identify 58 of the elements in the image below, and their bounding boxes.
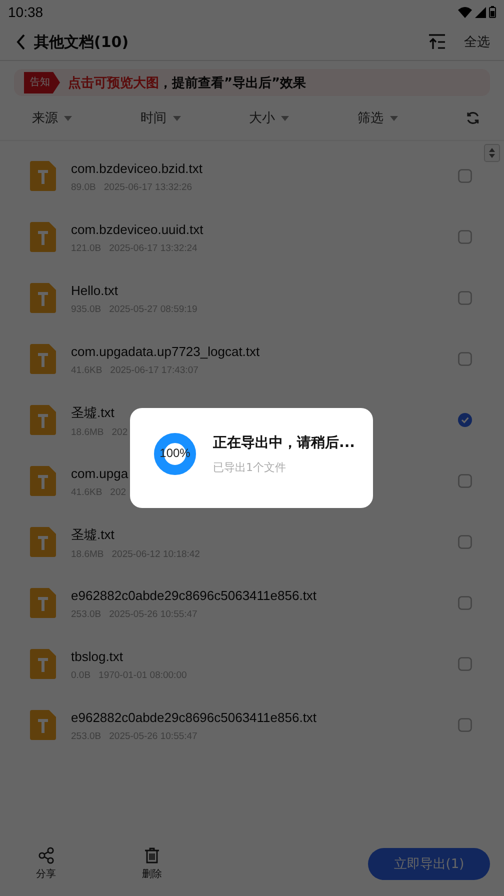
refresh-icon[interactable] [466, 111, 480, 125]
sort-icon[interactable] [428, 34, 446, 50]
filter-dropdown[interactable]: 时间 [140, 109, 250, 127]
text-file-icon [30, 526, 56, 556]
file-name: Hello.txt [71, 283, 118, 298]
text-file-icon [30, 466, 56, 496]
checkbox[interactable] [458, 474, 472, 488]
notice-tag: 告知 [24, 72, 60, 94]
file-name: 圣墟.txt [71, 404, 114, 422]
file-name: com.upga [71, 466, 128, 481]
file-name: 圣墟.txt [71, 526, 114, 544]
text-file-icon [30, 710, 56, 740]
file-name: com.bzdeviceo.uuid.txt [71, 222, 204, 237]
text-file-icon [30, 648, 56, 678]
text-file-icon [30, 160, 56, 190]
dialog-subtitle: 已导出1个文件 [213, 460, 287, 474]
preview-link[interactable]: 点击可预览大图 [68, 74, 159, 92]
dialog-title: 正在导出中，请稍后... [213, 434, 355, 452]
select-all-button[interactable]: 全选 [464, 33, 490, 51]
wifi-icon [458, 6, 472, 18]
share-icon [38, 847, 54, 864]
text-file-icon [30, 404, 56, 434]
text-file-icon [30, 282, 56, 312]
filter-dropdown[interactable]: 来源 [32, 109, 141, 127]
file-name: com.upgadata.up7723_logcat.txt [71, 344, 260, 359]
signal-icon [475, 6, 486, 18]
export-button[interactable]: 立即导出(1) [368, 848, 490, 880]
checkbox[interactable] [458, 718, 472, 732]
trash-icon [144, 847, 160, 864]
checkbox[interactable] [458, 168, 472, 182]
filter-dropdown[interactable]: 大小 [249, 109, 358, 127]
delete-button[interactable]: 删除 [142, 847, 162, 881]
text-file-icon [30, 588, 56, 618]
status-time: 10:38 [8, 4, 44, 20]
checkbox[interactable] [458, 230, 472, 244]
scroll-handle-icon[interactable] [484, 144, 500, 162]
file-name: tbslog.txt [71, 649, 124, 664]
checkbox[interactable] [458, 290, 472, 304]
file-name: e962882c0abde29c8696c5063411e856.txt [71, 710, 317, 725]
battery-icon [489, 6, 496, 18]
share-button[interactable]: 分享 [36, 847, 56, 881]
file-name: com.bzdeviceo.bzid.txt [71, 161, 203, 176]
text-file-icon [30, 222, 56, 252]
page-title: 其他文档(10) [34, 32, 129, 52]
checkbox[interactable] [458, 412, 472, 426]
caret-icon [64, 116, 72, 120]
caret-icon [172, 116, 181, 120]
notice-text: ，提前查看”导出后”效果 [159, 74, 306, 92]
checkbox[interactable] [458, 352, 472, 366]
filter-dropdown[interactable]: 筛选 [358, 109, 466, 127]
text-file-icon [30, 344, 56, 374]
caret-icon [281, 116, 290, 120]
file-name: e962882c0abde29c8696c5063411e856.txt [71, 588, 317, 603]
checkbox[interactable] [458, 656, 472, 670]
checkbox[interactable] [458, 534, 472, 548]
checkbox[interactable] [458, 596, 472, 610]
caret-icon [390, 116, 398, 120]
back-icon[interactable] [16, 34, 26, 50]
